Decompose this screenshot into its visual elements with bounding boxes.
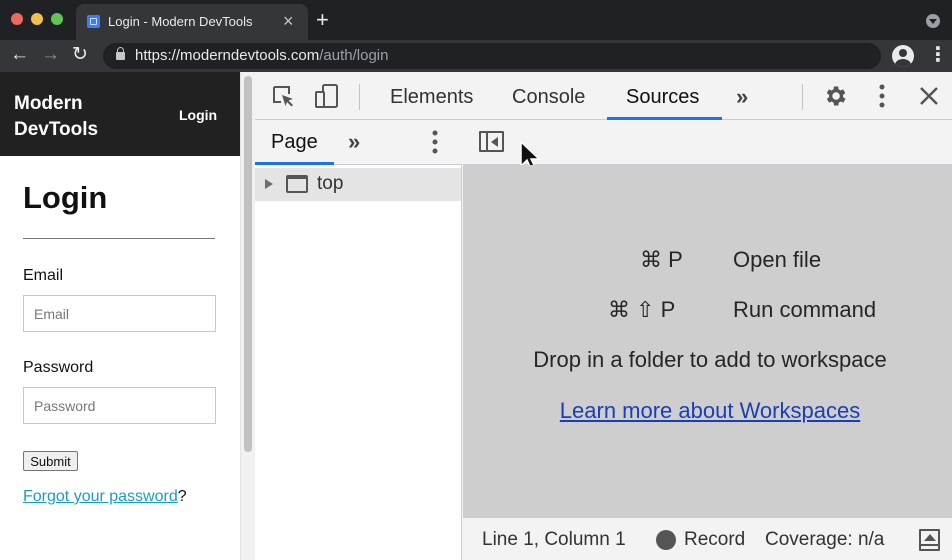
url-host: https://moderndevtools.com bbox=[135, 47, 320, 64]
page-scrollbar[interactable] bbox=[240, 72, 255, 560]
devtools-tabbar: Elements Console Sources » bbox=[255, 72, 952, 120]
drop-folder-text: Drop in a folder to add to workspace bbox=[533, 347, 887, 372]
tab-elements[interactable]: Elements bbox=[390, 86, 473, 109]
shortcut-label-run-command: Run command bbox=[733, 297, 877, 322]
submit-button[interactable]: Submit bbox=[23, 451, 78, 471]
forward-button[interactable]: → bbox=[41, 44, 60, 66]
navigator-tabs: Page » bbox=[255, 120, 462, 165]
page-scrollbar-thumb[interactable] bbox=[244, 76, 252, 452]
navigator-more-icon[interactable]: » bbox=[348, 129, 360, 155]
title-divider bbox=[23, 238, 215, 239]
url-path: /auth/login bbox=[319, 47, 389, 64]
forgot-password-link[interactable]: Forgot your password bbox=[23, 488, 178, 505]
window-close-button[interactable] bbox=[11, 13, 23, 25]
forgot-suffix: ? bbox=[177, 488, 187, 505]
window-maximize-button[interactable] bbox=[51, 13, 63, 25]
new-tab-button[interactable]: + bbox=[316, 9, 329, 31]
tab-console[interactable]: Console bbox=[512, 86, 585, 109]
profile-icon[interactable] bbox=[892, 45, 914, 67]
browser-tab-active[interactable]: Login - Modern DevTools × bbox=[76, 4, 308, 40]
navigator-tab-indicator bbox=[255, 162, 334, 165]
navigator-tab-page[interactable]: Page bbox=[271, 131, 318, 154]
toolbar-divider bbox=[802, 84, 803, 110]
navigator-pane: Page » top bbox=[255, 120, 462, 560]
tab-title: Login - Modern DevTools bbox=[108, 14, 253, 29]
lock-icon[interactable] bbox=[116, 47, 125, 60]
editor-toolbar bbox=[463, 120, 952, 173]
chrome-menu-icon[interactable]: ⋮ bbox=[928, 45, 948, 65]
devtools-panel: Elements Console Sources » Page » top ⌘ … bbox=[255, 72, 952, 560]
editor-placeholder: ⌘ P Open file ⌘ ⇧ P Run command Drop in … bbox=[463, 165, 952, 517]
address-bar[interactable]: https://moderndevtools.com/auth/login ☆ bbox=[103, 43, 881, 69]
editor-status-bar: Line 1, Column 1 Record Coverage: n/a bbox=[463, 517, 952, 560]
browser-toolbar: ← → ↻ https://moderndevtools.com/auth/lo… bbox=[0, 40, 952, 72]
tab-search-icon[interactable] bbox=[926, 14, 940, 28]
reload-button[interactable]: ↻ bbox=[72, 44, 88, 66]
tab-close-icon[interactable]: × bbox=[283, 12, 294, 30]
more-tabs-icon[interactable]: » bbox=[736, 84, 748, 110]
gear-icon[interactable] bbox=[822, 83, 848, 109]
back-button[interactable]: ← bbox=[10, 44, 29, 66]
browser-titlebar: Login - Modern DevTools × + bbox=[0, 0, 952, 40]
drawer-toggle-icon[interactable] bbox=[919, 529, 940, 551]
site-brand[interactable]: Modern DevTools bbox=[14, 91, 124, 143]
record-icon[interactable] bbox=[656, 530, 676, 550]
cursor-position: Line 1, Column 1 bbox=[482, 529, 626, 550]
toolbar-divider bbox=[359, 84, 360, 110]
tree-item-top[interactable]: top bbox=[255, 168, 461, 201]
coverage-status: Coverage: n/a bbox=[765, 529, 885, 550]
page-title: Login bbox=[23, 180, 108, 215]
forgot-password-line: Forgot your password? bbox=[23, 488, 187, 506]
window-minimize-button[interactable] bbox=[31, 13, 43, 25]
shortcut-keys-open-file: ⌘ P bbox=[640, 247, 683, 272]
web-page: Modern DevTools Login Login Email Passwo… bbox=[0, 72, 240, 560]
editor-pane: ⌘ P Open file ⌘ ⇧ P Run command Drop in … bbox=[463, 120, 952, 560]
workspaces-link[interactable]: Learn more about Workspaces bbox=[463, 398, 952, 424]
email-label: Email bbox=[23, 267, 64, 284]
email-field[interactable] bbox=[23, 295, 216, 332]
frame-icon bbox=[286, 175, 308, 193]
inspect-icon[interactable] bbox=[271, 84, 295, 108]
device-toggle-icon[interactable] bbox=[315, 84, 339, 108]
password-field[interactable] bbox=[23, 387, 216, 424]
nav-login-link[interactable]: Login bbox=[179, 107, 217, 123]
record-button[interactable]: Record bbox=[684, 529, 745, 551]
close-icon[interactable] bbox=[917, 84, 941, 108]
shortcut-label-open-file: Open file bbox=[733, 247, 822, 272]
password-label: Password bbox=[23, 359, 94, 376]
sidebar-toggle-icon[interactable] bbox=[479, 131, 504, 152]
site-header: Modern DevTools Login bbox=[0, 72, 240, 156]
tree-item-label: top bbox=[317, 173, 344, 194]
shortcut-keys-run-command: ⌘ ⇧ P bbox=[608, 297, 676, 322]
navigator-kebab-icon[interactable] bbox=[431, 129, 439, 155]
tab-sources[interactable]: Sources bbox=[626, 86, 699, 109]
expand-arrow-icon[interactable] bbox=[265, 179, 273, 189]
kebab-icon[interactable] bbox=[870, 83, 894, 109]
url-text[interactable]: https://moderndevtools.com/auth/login bbox=[135, 47, 389, 64]
favicon-icon bbox=[87, 15, 100, 28]
